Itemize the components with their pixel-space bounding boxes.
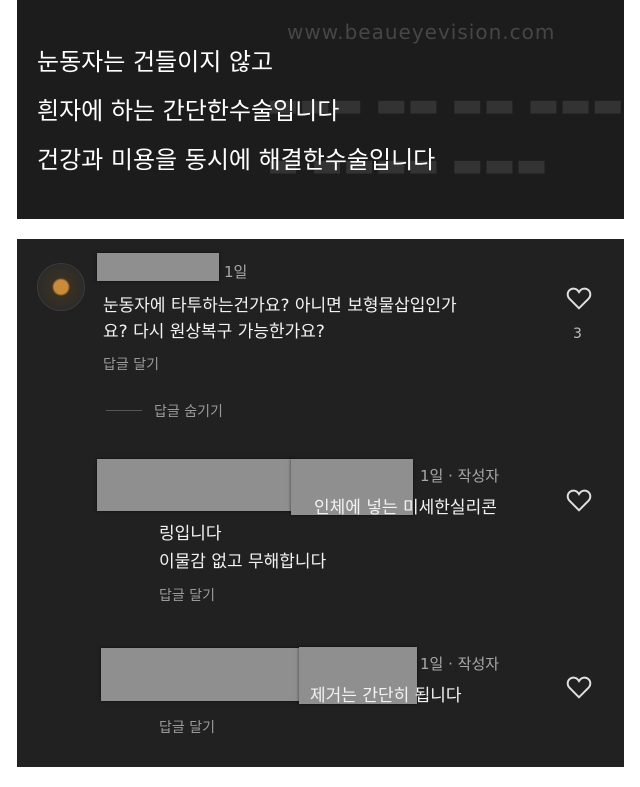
heart-icon[interactable] (566, 488, 592, 512)
like-count: 3 (573, 326, 582, 342)
heart-icon[interactable] (566, 286, 592, 310)
comment-time: 1일 · 작성자 (420, 467, 500, 485)
video-watermark: www.beaueyevision.com (287, 20, 556, 44)
comment-text-line: 요? 다시 원상복구 가능한가요? (103, 322, 325, 342)
comment-time: 1일 (224, 263, 248, 281)
comment-time: 1일 · 작성자 (420, 655, 500, 673)
divider-line (106, 410, 142, 411)
blurred-avatar[interactable] (101, 648, 301, 701)
comment-text-line: 이물감 없고 무해합니다 (159, 552, 327, 572)
heart-icon[interactable] (566, 675, 592, 699)
video-subtitle-line: 흰자에 하는 간단한수술입니다 (37, 97, 340, 125)
video-subtitle-line: 건강과 미용을 동시에 해결한수술입니다 (37, 146, 436, 174)
reply-button[interactable]: 답글 달기 (103, 354, 159, 374)
comment-text-line: 인체에 넣는 미세한실리콘 (314, 498, 497, 518)
reply-button[interactable]: 답글 달기 (159, 717, 215, 737)
comment-text-line: 링입니다 (159, 524, 222, 544)
comment-text-line: 제거는 간단히 됩니다 (310, 686, 462, 706)
video-subtitle-line: 눈동자는 건들이지 않고 (37, 48, 274, 76)
blurred-username[interactable] (97, 253, 219, 281)
avatar[interactable] (37, 263, 85, 311)
blurred-avatar[interactable] (97, 459, 292, 511)
reply-button[interactable]: 답글 달기 (159, 585, 215, 605)
comment-text-line: 눈동자에 타투하는건가요? 아니면 보형물삽입인가 (103, 296, 457, 316)
hide-replies-button[interactable]: 답글 숨기기 (154, 401, 223, 421)
